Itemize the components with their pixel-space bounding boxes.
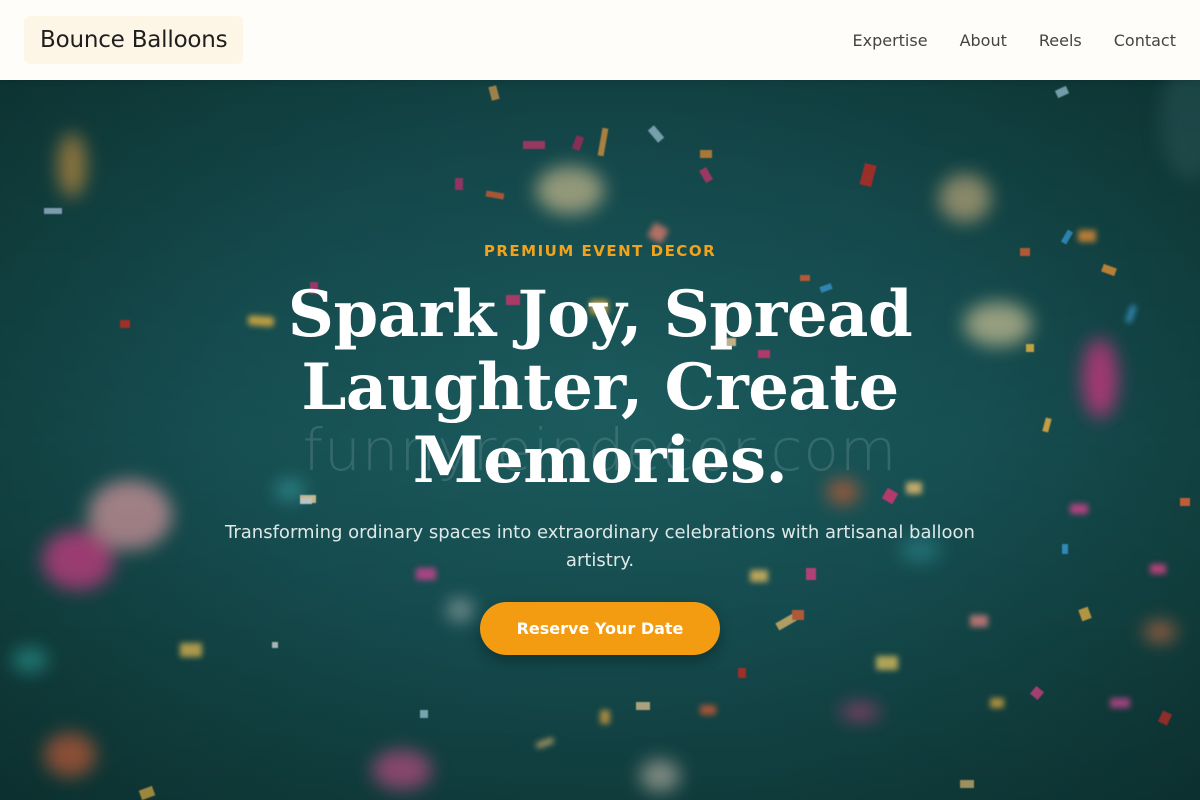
main-nav: Expertise About Reels Contact <box>853 31 1177 50</box>
nav-link-about[interactable]: About <box>960 31 1007 50</box>
nav-link-reels[interactable]: Reels <box>1039 31 1082 50</box>
nav-link-contact[interactable]: Contact <box>1114 31 1176 50</box>
hero-headline: Spark Joy, Spread Laughter, Create Memor… <box>287 277 913 498</box>
brand-logo[interactable]: Bounce Balloons <box>24 16 244 64</box>
reserve-date-button[interactable]: Reserve Your Date <box>480 602 720 655</box>
hero-section: funnyreindecor.com PREMIUM EVENT DECOR S… <box>0 80 1200 800</box>
hero-eyebrow: PREMIUM EVENT DECOR <box>483 242 717 260</box>
hero-subtitle: Transforming ordinary spaces into extrao… <box>225 522 975 571</box>
site-header: Bounce Balloons Expertise About Reels Co… <box>0 0 1200 80</box>
nav-link-expertise[interactable]: Expertise <box>853 31 928 50</box>
